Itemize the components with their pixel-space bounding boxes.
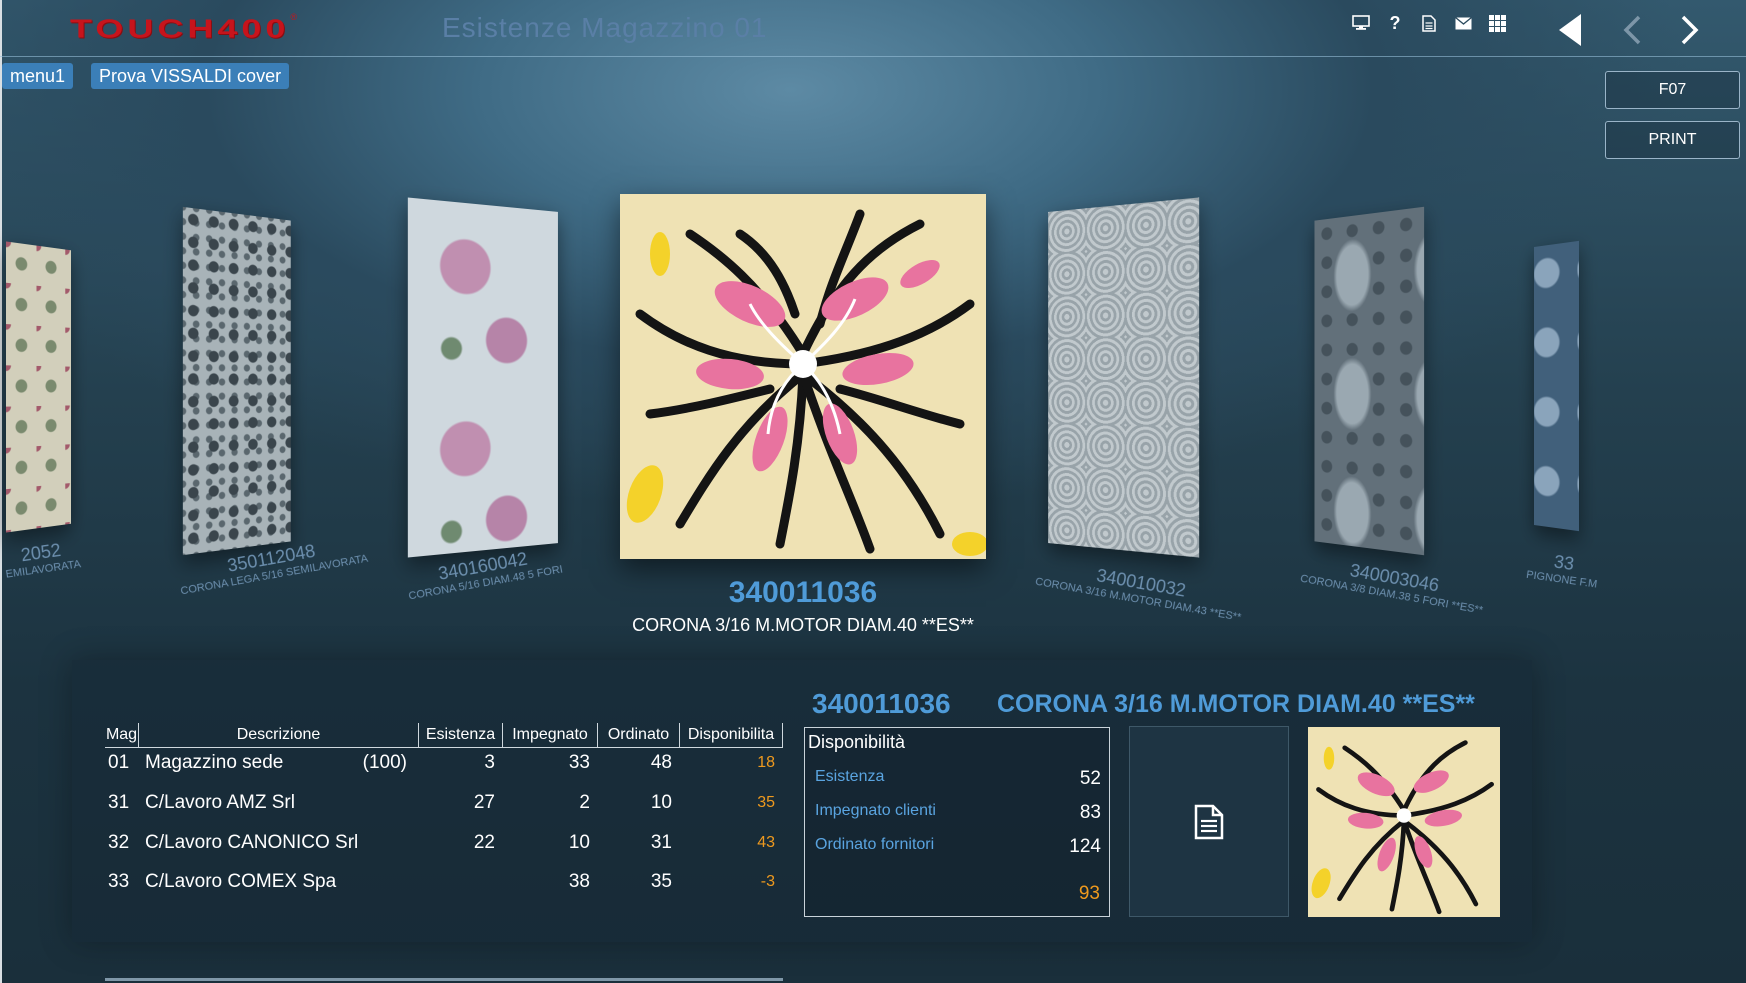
cell-descrizione-text: C/Lavoro CANONICO Srl [145, 832, 359, 853]
logo-text: TOUCH400 [70, 13, 290, 44]
disponibilita-value: 52 [1079, 768, 1101, 789]
disponibilita-line-impegnato: Impegnato clienti 83 [815, 802, 1101, 824]
table-row[interactable]: 32 C/Lavoro CANONICO Srl 22 10 31 43 [105, 826, 783, 860]
help-icon[interactable]: ? [1384, 12, 1406, 34]
document-icon[interactable] [1418, 12, 1440, 34]
carousel-item-image[interactable] [182, 206, 291, 556]
document-icon [1194, 804, 1224, 839]
disponibilita-box: Disponibilità Esistenza 52 Impegnato cli… [804, 727, 1110, 917]
cell-descrizione-note: (100) [362, 752, 407, 773]
cell-esistenza: 27 [473, 792, 495, 813]
header-icons: ? [1350, 12, 1508, 34]
table-row[interactable]: 01 Magazzino sede (100) 3 33 48 18 [105, 746, 783, 780]
selected-product-description: CORONA 3/16 M.MOTOR DIAM.40 **ES** [632, 615, 974, 635]
detail-product-description: CORONA 3/16 M.MOTOR DIAM.40 **ES** [997, 690, 1475, 718]
column-header-disponibilita[interactable]: Disponibilita [680, 723, 783, 747]
cell-impegnato: 10 [568, 832, 590, 853]
cell-ordinato: 48 [650, 752, 672, 773]
disponibilita-total: 93 [1078, 883, 1100, 904]
carousel-item-image[interactable] [5, 241, 71, 533]
selected-product-code: 340011036 [728, 576, 878, 609]
page-title: Esistenze Magazzino 01 [442, 12, 768, 43]
flower-pattern-thumbnail [1308, 727, 1500, 917]
cell-mag: 01 [108, 752, 130, 773]
carousel-item-image[interactable] [407, 197, 558, 558]
print-button[interactable]: PRINT [1605, 121, 1740, 159]
disponibilita-label: Ordinato fornitori [815, 836, 935, 853]
carousel-item-image[interactable] [1314, 206, 1425, 556]
chevron-right-icon[interactable] [1672, 10, 1708, 50]
column-header-descrizione[interactable]: Descrizione [139, 723, 419, 747]
chevron-left-icon[interactable] [1614, 10, 1650, 50]
monitor-icon[interactable] [1350, 12, 1372, 34]
disponibilita-value: 124 [1069, 836, 1101, 857]
cell-esistenza: 3 [484, 752, 495, 773]
disponibilita-label: Esistenza [815, 768, 885, 785]
column-header-impegnato[interactable]: Impegnato [503, 723, 598, 747]
cell-esistenza: 22 [473, 832, 495, 853]
product-thumbnail[interactable] [1308, 727, 1500, 917]
header-bar: TOUCH400 ® Esistenze Magazzino 01 ? [0, 0, 1746, 57]
disponibilita-value: 83 [1079, 802, 1101, 823]
menu1-button[interactable]: menu1 [2, 63, 74, 89]
grid-icon[interactable] [1486, 12, 1508, 34]
cell-impegnato: 38 [568, 871, 590, 892]
document-button[interactable] [1129, 726, 1289, 917]
cell-mag: 33 [108, 871, 130, 892]
cell-disponibilita: 43 [757, 834, 775, 851]
cell-descrizione: Magazzino sede (100) [139, 752, 419, 774]
cell-mag: 32 [108, 832, 130, 853]
logo-registered-mark: ® [290, 12, 298, 22]
carousel-item-image[interactable] [1048, 197, 1200, 558]
cell-descrizione: C/Lavoro AMZ Srl [139, 792, 419, 814]
table-row[interactable]: 31 C/Lavoro AMZ Srl 27 2 10 35 [105, 786, 783, 820]
column-header-ordinato[interactable]: Ordinato [598, 723, 680, 747]
cell-ordinato: 31 [650, 832, 672, 853]
column-header-esistenza[interactable]: Esistenza [419, 723, 503, 747]
cell-disponibilita: -3 [760, 873, 775, 890]
cell-disponibilita: 18 [757, 754, 775, 771]
cell-descrizione-text: C/Lavoro AMZ Srl [145, 792, 295, 813]
prova-vissaldi-cover-button[interactable]: Prova VISSALDI cover [91, 63, 290, 89]
cell-descrizione: C/Lavoro CANONICO Srl [139, 832, 419, 854]
carousel-item-image[interactable] [1533, 240, 1580, 532]
cell-impegnato: 33 [568, 752, 590, 773]
disponibilita-line-esistenza: Esistenza 52 [815, 768, 1101, 790]
selected-product-image[interactable] [620, 194, 986, 559]
cell-impegnato: 2 [579, 792, 590, 813]
mail-icon[interactable] [1452, 12, 1474, 34]
disponibilita-line-ordinato: Ordinato fornitori 124 [815, 836, 1101, 858]
cell-mag: 31 [108, 792, 130, 813]
cell-descrizione: C/Lavoro COMEX Spa [139, 871, 419, 893]
disponibilita-label: Impegnato clienti [815, 802, 936, 819]
table-scrollbar[interactable] [105, 978, 783, 981]
stock-table-header: Mag Descrizione Esistenza Impegnato Ordi… [105, 723, 783, 748]
column-header-mag[interactable]: Mag [105, 723, 139, 747]
app-logo: TOUCH400 ® [70, 8, 297, 50]
detail-product-code: 340011036 [812, 688, 951, 719]
disponibilita-title: Disponibilità [808, 732, 906, 752]
back-triangle-icon[interactable] [1552, 10, 1588, 50]
cell-ordinato: 35 [650, 871, 672, 892]
flower-pattern-image [620, 194, 986, 559]
cell-descrizione-text: C/Lavoro COMEX Spa [145, 871, 337, 892]
cell-ordinato: 10 [650, 792, 672, 813]
table-row[interactable]: 33 C/Lavoro COMEX Spa 38 35 -3 [105, 865, 783, 899]
f07-button[interactable]: F07 [1605, 71, 1740, 109]
cell-descrizione-text: Magazzino sede [145, 752, 284, 773]
cell-disponibilita: 35 [757, 794, 775, 811]
